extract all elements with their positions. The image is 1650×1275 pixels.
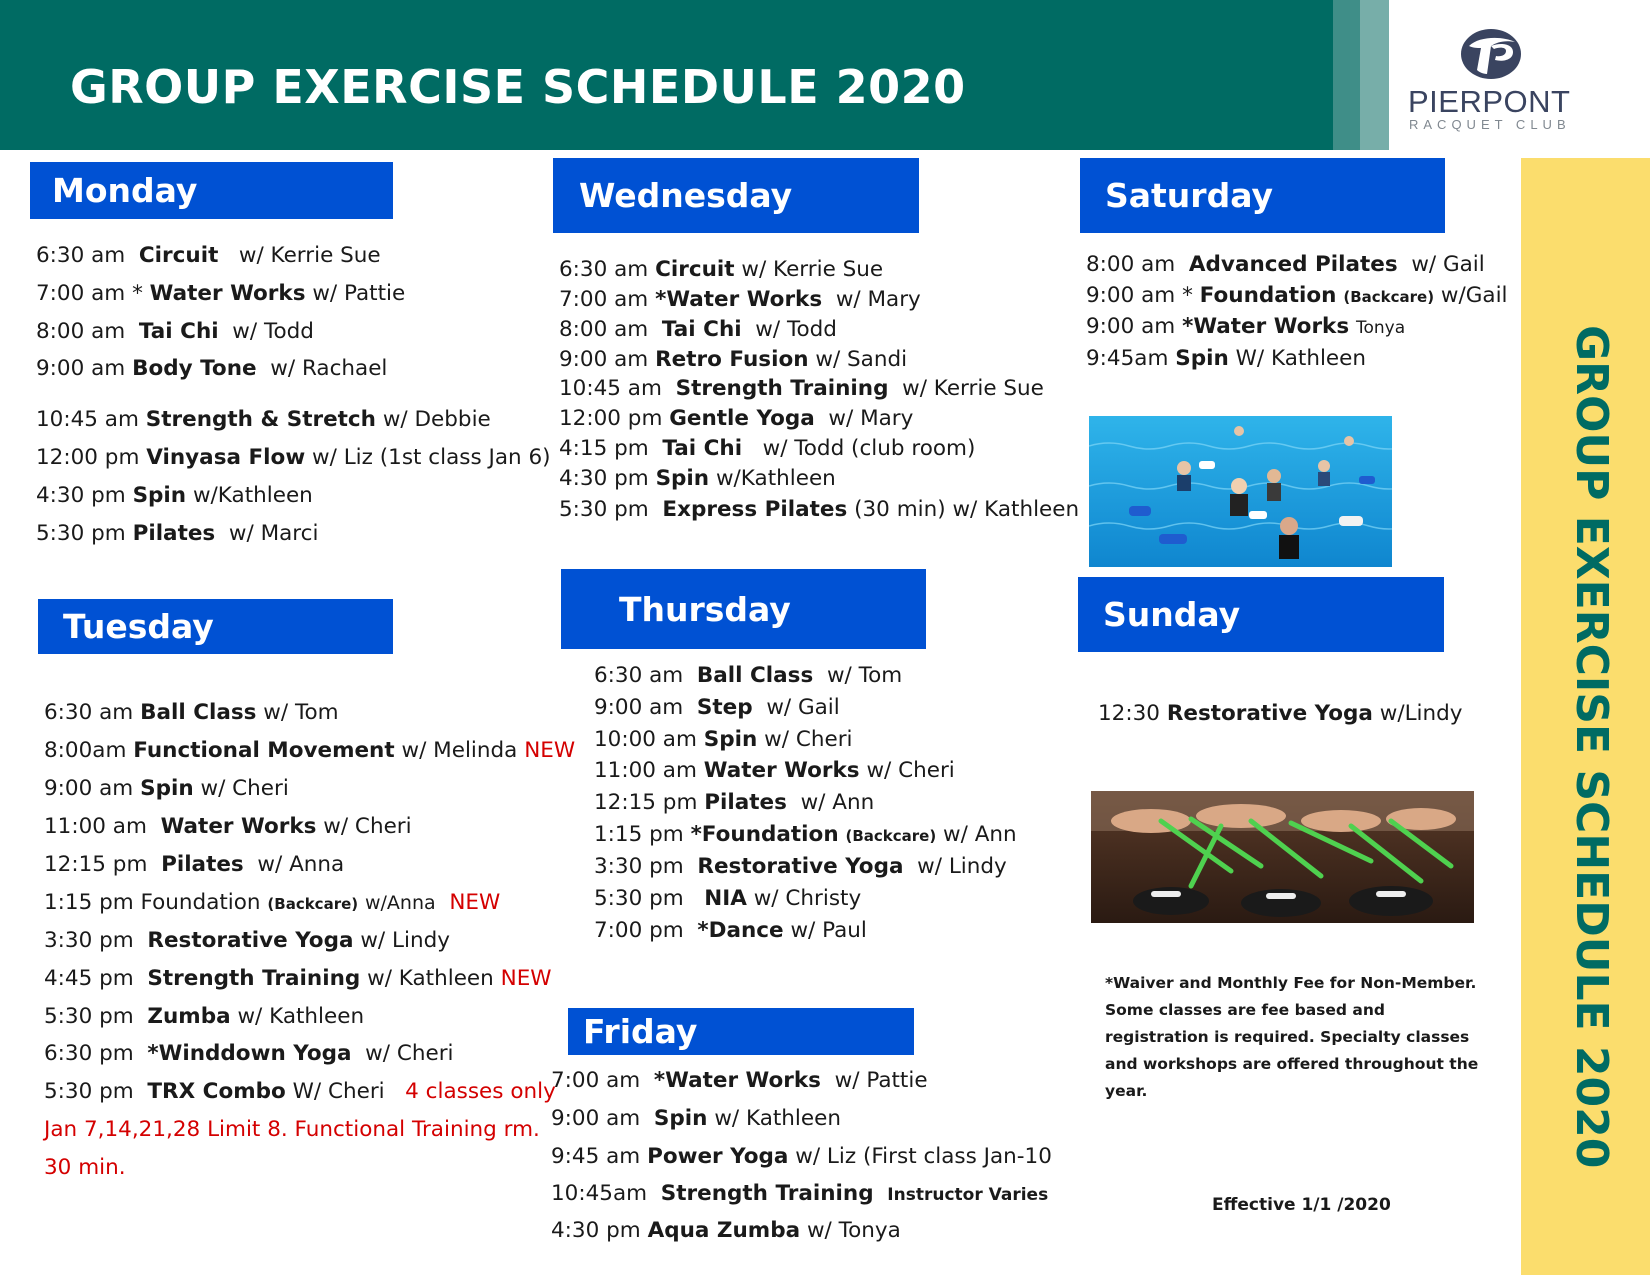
pierpont-logo-icon <box>1461 29 1521 79</box>
day-header-wednesday: Wednesday <box>553 158 919 233</box>
day-header-saturday: Saturday <box>1080 158 1445 233</box>
class-entry: 7:00 am *Water Works w/ Pattie <box>551 1068 928 1093</box>
day-header-sunday: Sunday <box>1078 577 1444 652</box>
class-entry: 8:00 am Tai Chi w/ Todd <box>559 317 837 342</box>
class-entry: 4:45 pm Strength Training w/ Kathleen NE… <box>44 966 552 991</box>
class-entry: 7:00 am * Water Works w/ Pattie <box>36 281 406 306</box>
class-entry: 11:00 am Water Works w/ Cheri <box>44 814 412 839</box>
day-header-tuesday: Tuesday <box>38 599 393 654</box>
new-badge: NEW <box>524 738 576 763</box>
class-entry: 3:30 pm Restorative Yoga w/ Lindy <box>594 854 1007 879</box>
class-entry: 6:30 am Ball Class w/ Tom <box>594 663 903 688</box>
class-entry: 11:00 am Water Works w/ Cheri <box>594 758 955 783</box>
footnote: *Waiver and Monthly Fee for Non-Member. … <box>1105 974 1479 1100</box>
club-logo: PIERPONT RACQUET CLUB <box>1389 0 1650 150</box>
class-entry: 4:30 pm Aqua Zumba w/ Tonya <box>551 1218 901 1243</box>
pool-aerobics-photo <box>1089 416 1392 567</box>
class-entry: 9:00 am Spin w/ Kathleen <box>551 1106 841 1131</box>
class-entry: 8:00 am Tai Chi w/ Todd <box>36 319 314 344</box>
class-note: Jan 7,14,21,28 Limit 8. Functional Train… <box>44 1117 540 1142</box>
new-badge: NEW <box>449 890 501 915</box>
class-entry: 3:30 pm Restorative Yoga w/ Lindy <box>44 928 450 953</box>
class-entry: 12:15 pm Pilates w/ Ann <box>594 790 875 815</box>
new-badge: NEW <box>500 966 552 991</box>
day-label: Thursday <box>619 589 791 629</box>
class-entry: 5:30 pm Express Pilates (30 min) w/ Kath… <box>559 497 1080 522</box>
class-entry: 8:00 am Advanced Pilates w/ Gail <box>1086 252 1485 277</box>
day-label: Monday <box>52 171 198 210</box>
class-entry: 12:15 pm Pilates w/ Anna <box>44 852 345 877</box>
drum-fitness-scene <box>1091 791 1474 923</box>
page-title: GROUP EXERCISE SCHEDULE 2020 <box>70 60 966 114</box>
class-entry: 9:00 am Body Tone w/ Rachael <box>36 356 388 381</box>
day-label: Sunday <box>1103 595 1241 634</box>
class-entry: 9:45 am Power Yoga w/ Liz (First class J… <box>551 1144 1052 1169</box>
class-entry: 10:00 am Spin w/ Cheri <box>594 727 853 752</box>
class-entry: 7:00 am *Water Works w/ Mary <box>559 287 921 312</box>
class-entry: 6:30 pm *Winddown Yoga w/ Cheri <box>44 1041 454 1066</box>
day-label: Wednesday <box>579 176 793 215</box>
day-header-friday: Friday <box>568 1008 914 1055</box>
pool-scene <box>1089 416 1392 567</box>
class-note: 4 classes only <box>405 1079 556 1104</box>
class-entry: 6:30 am Circuit w/ Kerrie Sue <box>36 243 381 268</box>
class-entry: 10:45 am Strength Training w/ Kerrie Sue <box>559 376 1044 401</box>
side-title: GROUP EXERCISE SCHEDULE 2020 <box>1566 325 1617 1169</box>
class-entry: 9:00 am Retro Fusion w/ Sandi <box>559 347 908 372</box>
class-entry: 12:00 pm Gentle Yoga w/ Mary <box>559 406 914 431</box>
logo-name: PIERPONT <box>1408 84 1571 119</box>
class-entry: 9:00 am * Foundation (Backcare) w/Gail <box>1086 283 1508 308</box>
class-entry: 10:45am Strength Training Instructor Var… <box>551 1181 1049 1206</box>
class-entry: 9:45am Spin W/ Kathleen <box>1086 346 1366 371</box>
class-entry: 1:15 pm *Foundation (Backcare) w/ Ann <box>594 822 1017 847</box>
day-header-monday: Monday <box>30 162 393 219</box>
day-label: Saturday <box>1105 176 1273 215</box>
day-label: Friday <box>583 1012 698 1051</box>
class-entry: 9:00 am Spin w/ Cheri <box>44 776 289 801</box>
class-entry: 4:15 pm Tai Chi w/ Todd (club room) <box>559 436 976 461</box>
class-entry: 5:30 pm Zumba w/ Kathleen <box>44 1004 365 1029</box>
class-entry: 6:30 am Circuit w/ Kerrie Sue <box>559 257 884 282</box>
class-entry: 4:30 pm Spin w/Kathleen <box>559 466 836 491</box>
class-entry: 12:00 pm Vinyasa Flow w/ Liz (1st class … <box>36 445 551 470</box>
class-note: 30 min. <box>44 1155 126 1180</box>
class-entry: 6:30 am Ball Class w/ Tom <box>44 700 339 725</box>
class-entry: 9:00 am *Water Works Tonya <box>1086 314 1406 339</box>
drum-fitness-photo <box>1091 791 1474 923</box>
class-entry: 5:30 pm Pilates w/ Marci <box>36 521 319 546</box>
class-entry: 9:00 am Step w/ Gail <box>594 695 840 720</box>
class-entry: 5:30 pm NIA w/ Christy <box>594 886 862 911</box>
class-entry: 1:15 pm Foundation (Backcare) w/Anna NEW <box>44 890 501 915</box>
class-entry: 8:00am Functional Movement w/ Melinda NE… <box>44 738 576 763</box>
header-stripe <box>1333 0 1360 150</box>
class-entry: 12:30 Restorative Yoga w/Lindy <box>1098 701 1463 726</box>
logo-subtitle: RACQUET CLUB <box>1409 117 1571 132</box>
effective-date: Effective 1/1 /2020 <box>1212 1195 1391 1215</box>
class-entry: 7:00 pm *Dance w/ Paul <box>594 918 867 943</box>
header-banner: GROUP EXERCISE SCHEDULE 2020 <box>0 0 1333 150</box>
day-label: Tuesday <box>63 607 214 646</box>
header-stripe <box>1360 0 1389 150</box>
day-header-thursday: Thursday <box>561 569 926 649</box>
class-entry: 10:45 am Strength & Stretch w/ Debbie <box>36 407 491 432</box>
class-entry: 4:30 pm Spin w/Kathleen <box>36 483 313 508</box>
class-entry: 5:30 pm TRX Combo W/ Cheri 4 classes onl… <box>44 1079 556 1104</box>
